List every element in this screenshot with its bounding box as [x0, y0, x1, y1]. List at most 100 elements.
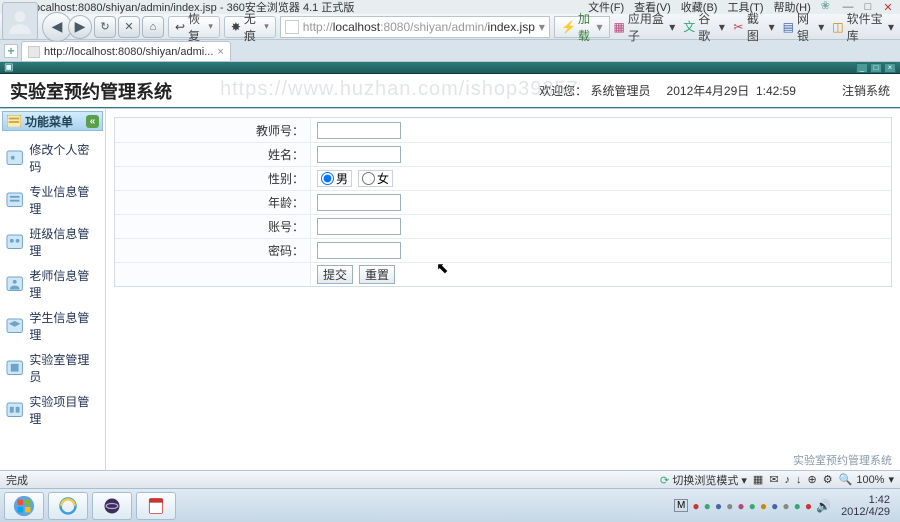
tray-ic[interactable]: ●	[704, 499, 711, 513]
sidebar-item-password[interactable]: 修改个人密码	[4, 137, 101, 179]
status-ic-1[interactable]: ▦	[753, 473, 763, 486]
sidebar-item-label: 学生信息管理	[29, 309, 99, 343]
status-ic-5[interactable]: ⊕	[808, 473, 817, 486]
chevron-down-icon: ▾	[597, 20, 603, 34]
input-name[interactable]	[317, 146, 401, 163]
bank-icon: ▤	[783, 20, 794, 34]
tray-ic[interactable]: ●	[737, 499, 744, 513]
tray-lang[interactable]: M	[674, 499, 688, 512]
scissors-icon: ✂	[733, 20, 744, 34]
radio-male[interactable]	[321, 172, 334, 185]
go-button[interactable]: ⚡ 加载 ▾	[554, 16, 610, 38]
task-ie[interactable]	[48, 492, 88, 520]
task-eclipse[interactable]	[92, 492, 132, 520]
tray-ic[interactable]: ●	[715, 499, 722, 513]
tab-favicon-icon	[28, 46, 40, 58]
app-title: 实验室预约管理系统	[10, 78, 172, 104]
sidebar-item-teacher[interactable]: 老师信息管理	[4, 263, 101, 305]
stop-button[interactable]: ✕	[118, 16, 140, 38]
lab-icon	[6, 360, 23, 376]
tray-ic[interactable]: ●	[726, 499, 733, 513]
taskbar-clock[interactable]: 1:42 2012/4/29	[835, 494, 896, 518]
link-bank[interactable]: ▤网银▾	[783, 10, 825, 44]
inner-min-button[interactable]: _	[856, 63, 868, 73]
tab-close-button[interactable]: ×	[217, 46, 223, 58]
mode-switch[interactable]: ⟳ 切换浏览模式 ▾	[660, 472, 747, 488]
inner-close-button[interactable]: ×	[884, 63, 896, 73]
radio-male-wrap[interactable]: 男	[317, 170, 352, 187]
inner-max-button[interactable]: □	[870, 63, 882, 73]
tray-ic[interactable]: ●	[760, 499, 767, 513]
radio-female-wrap[interactable]: 女	[358, 170, 393, 187]
submit-button[interactable]: 提交	[317, 265, 353, 284]
footer-branding: 实验室预约管理系统	[793, 452, 892, 468]
content-area: 教师号： 姓名： 性别： 男 女 年龄： 账号：	[106, 109, 900, 470]
reset-button[interactable]: 重置	[359, 265, 395, 284]
new-tab-button[interactable]: +	[4, 44, 18, 58]
sidebar-item-student[interactable]: 学生信息管理	[4, 305, 101, 347]
doc-icon	[6, 192, 23, 208]
start-button[interactable]	[4, 492, 44, 520]
tray-ic[interactable]: ●	[771, 499, 778, 513]
link-appbox[interactable]: ▦应用盒子▾	[614, 10, 676, 44]
link-screenshot[interactable]: ✂截图▾	[733, 10, 775, 44]
notes-icon	[146, 496, 166, 516]
input-account[interactable]	[317, 218, 401, 235]
chevron-down-icon[interactable]: ▾	[539, 20, 545, 34]
tab-label: http://localhost:8080/shiyan/admi...	[44, 46, 213, 58]
collapse-icon[interactable]: «	[86, 115, 99, 128]
person-icon	[6, 276, 23, 292]
tray-ic[interactable]: ●	[794, 499, 801, 513]
label-account: 账号：	[115, 215, 311, 238]
incognito-icon: ✸	[231, 20, 241, 34]
status-text: 完成	[6, 472, 28, 488]
inner-titlebar: ▣ _ □ ×	[0, 62, 900, 74]
sidebar-item-label: 班级信息管理	[29, 225, 99, 259]
sidebar-item-major[interactable]: 专业信息管理	[4, 179, 101, 221]
radio-female-label: 女	[377, 170, 389, 187]
sidebar-items: 修改个人密码 专业信息管理 班级信息管理 老师信息管理 学生信息管理 实验室管理…	[2, 133, 103, 435]
sidebar-item-project[interactable]: 实验项目管理	[4, 389, 101, 431]
status-ic-3[interactable]: ♪	[785, 474, 791, 486]
tray-ic[interactable]: ●	[805, 499, 812, 513]
forward-button[interactable]: ▶	[68, 15, 92, 39]
status-ic-4[interactable]: ↓	[796, 474, 802, 486]
row-password: 密码：	[115, 238, 891, 262]
package-icon: ◫	[832, 20, 843, 34]
restore-button[interactable]: ↩ 恢复 ▾	[168, 16, 220, 38]
group-icon	[6, 234, 23, 250]
windows-icon	[13, 495, 35, 517]
tray-ic[interactable]: ●	[692, 499, 699, 513]
url-text: http://localhost:8080/shiyan/admin/index…	[303, 20, 535, 34]
tray-ic[interactable]: ●	[782, 499, 789, 513]
input-password[interactable]	[317, 242, 401, 259]
taskbar: M ● ● ● ● ● ● ● ● ● ● ● 🔊 1:42 2012/4/29	[0, 488, 900, 522]
radio-female[interactable]	[362, 172, 375, 185]
task-notes[interactable]	[136, 492, 176, 520]
link-translate[interactable]: 文谷歌▾	[683, 10, 725, 44]
restore-icon: ↩	[175, 20, 185, 34]
address-bar[interactable]: http://localhost:8080/shiyan/admin/index…	[280, 16, 550, 38]
reload-button[interactable]: ↻	[94, 16, 116, 38]
input-teacher-no[interactable]	[317, 122, 401, 139]
incognito-button[interactable]: ✸ 无痕 ▾	[224, 16, 276, 38]
status-ic-6[interactable]: ⚙	[823, 473, 833, 486]
link-software[interactable]: ◫软件宝库▾	[832, 10, 894, 44]
sidebar-item-labadmin[interactable]: 实验室管理员	[4, 347, 101, 389]
favicon-icon	[285, 20, 299, 34]
input-age[interactable]	[317, 194, 401, 211]
logout-link[interactable]: 注销系统	[842, 82, 890, 99]
zoom-control[interactable]: 🔍100% ▾	[839, 473, 894, 486]
sidebar-item-class[interactable]: 班级信息管理	[4, 221, 101, 263]
home-button[interactable]: ⌂	[142, 16, 164, 38]
user-avatar[interactable]	[2, 2, 38, 40]
tray-volume-icon[interactable]: 🔊	[816, 499, 831, 513]
clock-time: 1:42	[841, 494, 890, 506]
row-gender: 性别： 男 女	[115, 166, 891, 190]
chevron-down-icon: ▾	[208, 21, 213, 32]
tab-active[interactable]: http://localhost:8080/shiyan/admi... ×	[21, 41, 231, 61]
row-buttons: 提交 重置	[115, 262, 891, 286]
tray-ic[interactable]: ●	[749, 499, 756, 513]
sidebar-item-label: 专业信息管理	[29, 183, 99, 217]
status-ic-2[interactable]: ✉	[769, 473, 778, 486]
